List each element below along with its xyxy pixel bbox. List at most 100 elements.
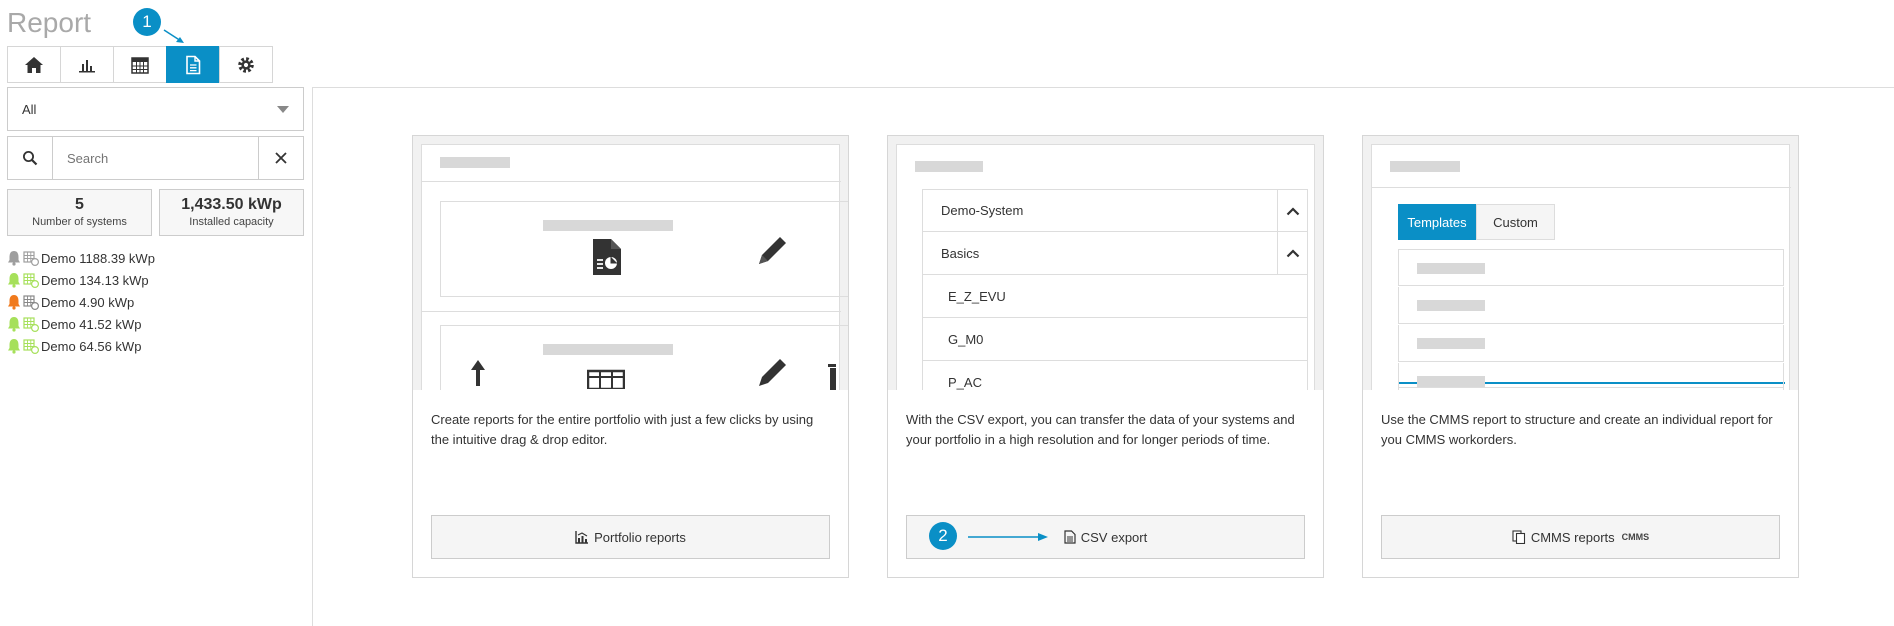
- placeholder-bar: [915, 161, 983, 172]
- tree-channel-row[interactable]: P_AC: [922, 361, 1308, 390]
- cmms-tag: CMMS: [1621, 532, 1650, 542]
- divider: [422, 311, 841, 312]
- tree-row-label: G_M0: [948, 331, 984, 347]
- portfolio-description: Create reports for the entire portfolio …: [431, 412, 814, 447]
- solar-system-icon: [23, 273, 39, 288]
- portfolio-preview-panel: [421, 144, 848, 390]
- tree-row-label: Demo-System: [941, 203, 1024, 218]
- bell-icon: [8, 339, 20, 354]
- tab-custom[interactable]: Custom: [1476, 204, 1555, 240]
- system-list-item[interactable]: Demo 1188.39 kWp: [7, 247, 155, 269]
- trash-icon: [828, 364, 836, 390]
- step-1-arrow-icon: [163, 29, 184, 43]
- csv-export-label: CSV export: [1080, 529, 1148, 545]
- template-row[interactable]: [1398, 363, 1784, 390]
- solar-system-icon: [23, 339, 39, 354]
- search-box: [7, 136, 304, 180]
- cmms-reports-button[interactable]: CMMS reports CMMS: [1381, 515, 1780, 559]
- placeholder-bar: [1390, 161, 1460, 172]
- cmms-report-card: Templates Custom Use the CMMS report to s…: [1362, 135, 1799, 578]
- tree-row-label: P_AC: [948, 374, 982, 390]
- clear-search-button[interactable]: [258, 137, 303, 179]
- tree-channel-row[interactable]: E_Z_EVU: [922, 275, 1308, 318]
- page-title: Report: [7, 7, 92, 38]
- home-button[interactable]: [7, 46, 61, 83]
- chevron-up-icon: [1286, 248, 1299, 257]
- csv-preview: Demo-System Basics E_Z_EVU G_M0 P_AC: [888, 136, 1323, 390]
- content-top-divider: [312, 87, 1894, 88]
- divider: [422, 181, 841, 182]
- home-icon: [25, 56, 43, 73]
- search-icon: [23, 151, 38, 166]
- tab-label: Custom: [1493, 214, 1538, 230]
- systems-count-value: 5: [75, 196, 84, 213]
- tree-group-row[interactable]: Demo-System: [922, 189, 1308, 232]
- calendar-icon: [131, 56, 149, 74]
- view-toolbar: [7, 46, 273, 83]
- report-chart-icon: [593, 239, 621, 275]
- placeholder-bar: [543, 220, 673, 231]
- arrow-up-icon: [471, 360, 485, 386]
- placeholder-bar: [1417, 338, 1485, 349]
- bar-chart-icon: [79, 59, 95, 72]
- cmms-reports-label: CMMS reports: [1530, 529, 1615, 545]
- system-filter-select[interactable]: All: [7, 87, 304, 131]
- caret-down-icon: [277, 105, 289, 113]
- tree-row-label: Basics: [941, 245, 980, 261]
- analysis-button[interactable]: [60, 46, 114, 83]
- portfolio-reports-button[interactable]: Portfolio reports: [431, 515, 830, 559]
- system-list-item[interactable]: Demo 134.13 kWp: [7, 269, 155, 291]
- csv-preview-panel: Demo-System Basics E_Z_EVU G_M0 P_AC: [896, 144, 1315, 390]
- placeholder-bar: [440, 157, 510, 168]
- cmms-preview: Templates Custom: [1363, 136, 1798, 390]
- tab-templates[interactable]: Templates: [1398, 204, 1476, 240]
- report-button[interactable]: [166, 46, 220, 83]
- template-row[interactable]: [1398, 249, 1784, 286]
- bell-icon: [8, 317, 20, 332]
- placeholder-bar: [1417, 376, 1485, 387]
- search-button[interactable]: [8, 137, 53, 179]
- search-input[interactable]: [53, 137, 258, 179]
- table-icon: [587, 369, 625, 389]
- chevron-up-icon: [1286, 206, 1299, 215]
- placeholder-bar: [1417, 263, 1485, 274]
- sidebar-divider: [312, 88, 313, 626]
- systems-count-label: Number of systems: [32, 216, 127, 228]
- gear-icon: [238, 56, 254, 73]
- pencil-icon: [759, 237, 786, 264]
- portfolio-preview: [413, 136, 848, 390]
- tree-channel-row[interactable]: G_M0: [922, 318, 1308, 361]
- placeholder-bar: [543, 344, 673, 355]
- collapse-button[interactable]: [1277, 190, 1307, 232]
- bell-icon: [8, 295, 20, 310]
- systems-count-stat: 5 Number of systems: [7, 189, 152, 236]
- portfolio-report-card: Create reports for the entire portfolio …: [412, 135, 849, 578]
- document-icon: [1064, 530, 1076, 544]
- system-list-item[interactable]: Demo 64.56 kWp: [7, 335, 155, 357]
- csv-description: With the CSV export, you can transfer th…: [906, 412, 1295, 447]
- system-list-item[interactable]: Demo 41.52 kWp: [7, 313, 155, 335]
- divider: [1372, 187, 1791, 188]
- calendar-button[interactable]: [113, 46, 167, 83]
- solar-system-icon: [23, 251, 39, 266]
- system-list: Demo 1188.39 kWp Demo 134.13 kWp Demo 4.90…: [7, 247, 155, 357]
- tree-group-row[interactable]: Basics: [922, 232, 1308, 275]
- solar-system-icon: [23, 317, 39, 332]
- system-list-item[interactable]: Demo 4.90 kWp: [7, 291, 155, 313]
- system-name: Demo 41.52 kWp: [41, 316, 142, 332]
- close-icon: [275, 152, 287, 164]
- template-row[interactable]: [1398, 325, 1784, 362]
- solar-system-icon: [23, 295, 39, 310]
- step-1-badge: 1: [133, 8, 161, 36]
- tab-label: Templates: [1407, 214, 1467, 230]
- installed-capacity-label: Installed capacity: [189, 216, 274, 228]
- system-name: Demo 4.90 kWp: [41, 294, 135, 310]
- collapse-button[interactable]: [1277, 232, 1307, 274]
- system-name: Demo 1188.39 kWp: [41, 250, 155, 266]
- placeholder-bar: [1417, 300, 1485, 311]
- system-name: Demo 134.13 kWp: [41, 272, 149, 288]
- bell-icon: [8, 251, 20, 266]
- settings-button[interactable]: [219, 46, 273, 83]
- template-row[interactable]: [1398, 287, 1784, 324]
- preview-report-tile: [440, 201, 848, 297]
